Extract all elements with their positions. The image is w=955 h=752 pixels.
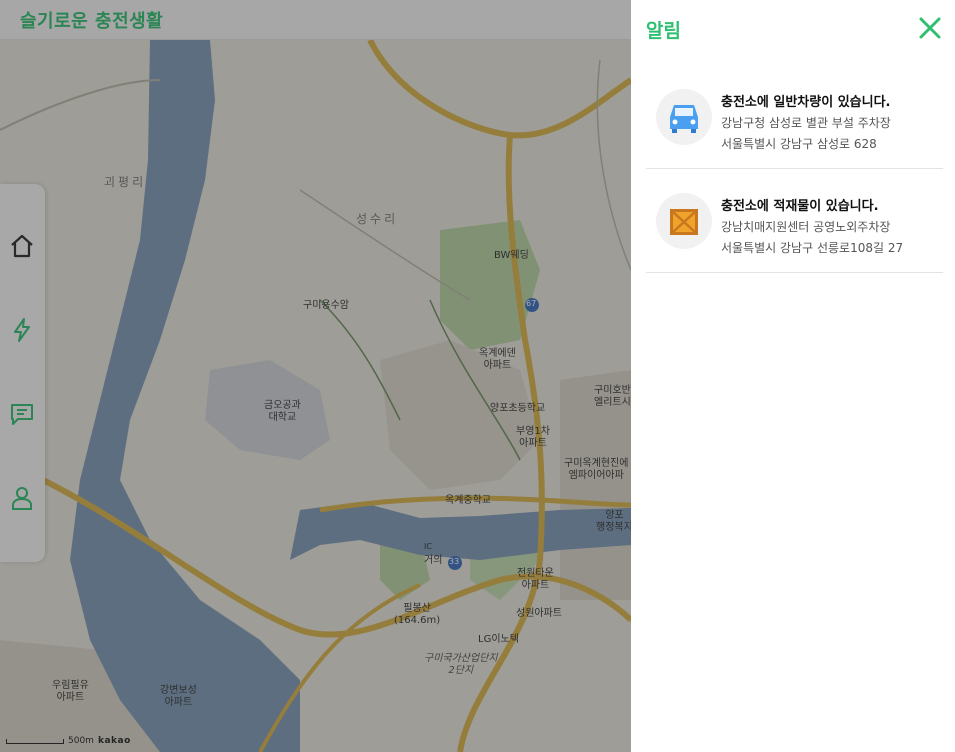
notification-panel: 알림 충전소에 일반차량이 있습니다. 강남구청 삼성로 별관 부설 주차장 서…	[631, 0, 955, 752]
map-label: 구미용수암	[303, 300, 349, 311]
map-label: 필봉산 (164.6m)	[394, 603, 441, 626]
map-label: 구미국가산업단지 2단지	[424, 653, 498, 676]
map-graphics	[0, 40, 631, 752]
map-label: LG이노텍	[478, 634, 519, 645]
notification-address: 서울특별시 강남구 선릉로108길 27	[721, 241, 904, 255]
lightning-icon	[14, 318, 30, 342]
map-label: 강변보성 아파트	[160, 685, 197, 708]
panel-title: 알림	[646, 20, 681, 42]
map-label: IC	[424, 542, 432, 551]
home-icon	[11, 234, 33, 258]
map-label: BW웨딩	[494, 250, 529, 261]
chat-icon	[11, 404, 33, 425]
map-label: 구미옥계현진에 엠파이어아파	[564, 458, 629, 481]
map-scale: 500m kakao	[6, 736, 131, 746]
map-label: 성원아파트	[516, 608, 562, 619]
route-number: 33	[449, 557, 460, 566]
residential-area	[380, 340, 540, 490]
map-brand: kakao	[97, 736, 131, 746]
notification-item[interactable]: 충전소에 일반차량이 있습니다. 강남구청 삼성로 별관 부설 주차장 서울특별…	[646, 65, 943, 169]
map-label: 괴평리	[104, 175, 147, 189]
close-button[interactable]	[917, 15, 943, 41]
side-navigation	[0, 184, 45, 562]
map-label: 구미호반 엘리트시	[594, 385, 631, 408]
map-view[interactable]: 괴평리 성수리 BW웨딩 구미용수암 옥계에덴 아파트 금오공과 대학교 양포초…	[0, 40, 631, 752]
map-label: 옥계에덴 아파트	[479, 348, 516, 371]
notification-place: 강남구청 삼성로 별관 부설 주차장	[721, 116, 891, 130]
car-icon	[670, 105, 698, 133]
notification-place: 강남치매지원센터 공영노외주차장	[721, 220, 891, 234]
notification-address: 서울특별시 강남구 삼성로 628	[721, 137, 877, 151]
map-label: 금오공과 대학교	[264, 400, 301, 423]
notification-title: 충전소에 적재물이 있습니다.	[721, 199, 879, 214]
scale-label: 500m	[68, 736, 94, 746]
nav-home-button[interactable]	[6, 230, 38, 262]
map-label: 양포 행정복지	[596, 510, 631, 533]
nav-profile-button[interactable]	[6, 482, 38, 514]
app-header: 슬기로운 충전생활	[0, 0, 631, 40]
notification-thumb	[656, 193, 712, 249]
nav-chat-button[interactable]	[6, 398, 38, 430]
notification-thumb	[656, 89, 712, 145]
route-number: 67	[526, 299, 537, 308]
map-label: 우림필유 아파트	[52, 680, 89, 703]
user-icon	[12, 487, 32, 510]
map-label: 옥계중학교	[445, 495, 491, 506]
close-icon	[919, 17, 941, 39]
notification-title: 충전소에 일반차량이 있습니다.	[721, 95, 891, 110]
map-label: 양포초등학교	[490, 403, 546, 414]
scale-bar	[6, 738, 64, 744]
app-title[interactable]: 슬기로운 충전생활	[20, 7, 163, 33]
map-label: 부영1차 아파트	[516, 426, 550, 449]
nav-charge-button[interactable]	[6, 314, 38, 346]
box-icon	[670, 209, 698, 235]
map-label: 성수리	[356, 212, 399, 226]
map-label: 전원타운 아파트	[517, 568, 554, 591]
notification-item[interactable]: 충전소에 적재물이 있습니다. 강남치매지원센터 공영노외주차장 서울특별시 강…	[646, 169, 943, 273]
map-label: 거의	[424, 555, 443, 566]
